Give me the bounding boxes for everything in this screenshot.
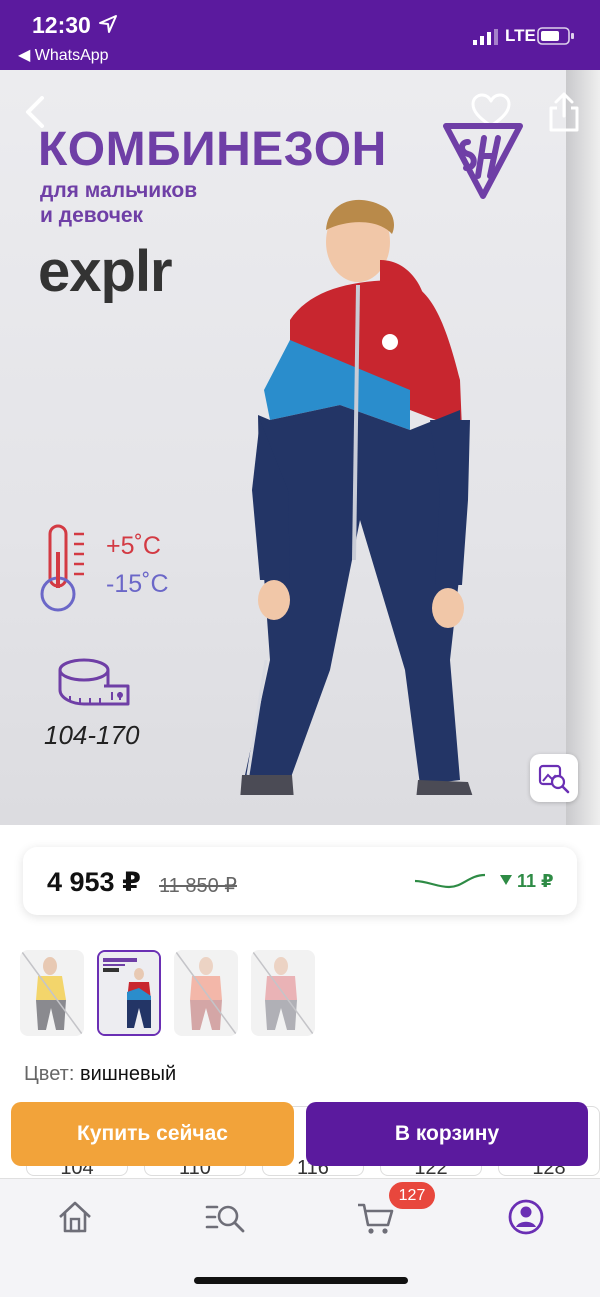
current-price: 4 953 ₽ <box>47 867 141 897</box>
color-option-coral[interactable] <box>174 950 238 1036</box>
color-label: Цвет: <box>24 1063 75 1085</box>
color-value: вишневый <box>79 1063 177 1085</box>
temperature-low: -15˚C <box>106 570 169 598</box>
banner-title: КОМБИНЕЗОН <box>38 123 387 176</box>
color-option-yellow[interactable] <box>20 950 84 1036</box>
battery-icon <box>537 27 574 45</box>
add-to-cart-button[interactable]: В корзину <box>306 1102 588 1166</box>
status-time: 12:30 <box>32 12 91 38</box>
color-option-image <box>21 951 83 1035</box>
color-option-image <box>99 952 159 1034</box>
selected-color: Цвет: вишневый <box>24 1063 176 1086</box>
measuring-tape-icon <box>58 658 130 706</box>
cart-icon[interactable] <box>356 1197 396 1237</box>
color-option-image <box>252 951 314 1035</box>
color-option-image <box>175 951 237 1035</box>
color-option-cherry[interactable] <box>97 950 161 1036</box>
signal-icon <box>473 29 498 45</box>
home-icon[interactable] <box>55 1197 95 1237</box>
location-arrow-icon <box>99 15 117 33</box>
share-icon[interactable] <box>546 90 582 134</box>
temperature-high: +5˚C <box>106 532 161 560</box>
price-trend-sparkline <box>414 873 486 889</box>
brand-name: explr <box>38 239 173 304</box>
price-drop-amount: 11 ₽ <box>517 871 554 891</box>
next-image-peek <box>566 70 600 825</box>
old-price: 11 850 ₽ <box>159 875 237 897</box>
thermometer-icon <box>40 524 84 612</box>
size-range: 104-170 <box>44 720 140 750</box>
product-image[interactable]: КОМБИНЕЗОН для мальчиков и девочек explr… <box>0 70 600 825</box>
home-indicator[interactable] <box>194 1277 408 1284</box>
catalog-search-icon[interactable] <box>205 1197 245 1237</box>
profile-icon[interactable] <box>506 1197 546 1237</box>
price-down-icon <box>500 875 512 885</box>
network-type: LTE <box>505 26 536 45</box>
price-card[interactable]: 4 953 ₽ 11 850 ₽ 11 ₽ <box>23 847 577 915</box>
color-option-red-grey[interactable] <box>251 950 315 1036</box>
product-model-photo <box>240 199 473 795</box>
status-bar: 12:30 ◀ WhatsApp LTE <box>0 0 600 70</box>
image-search-button[interactable] <box>530 754 578 802</box>
image-search-icon <box>538 764 570 794</box>
back-to-app-link[interactable]: ◀ WhatsApp <box>18 45 109 65</box>
buy-now-button[interactable]: Купить сейчас <box>11 1102 294 1166</box>
cart-count-badge: 127 <box>389 1182 435 1209</box>
